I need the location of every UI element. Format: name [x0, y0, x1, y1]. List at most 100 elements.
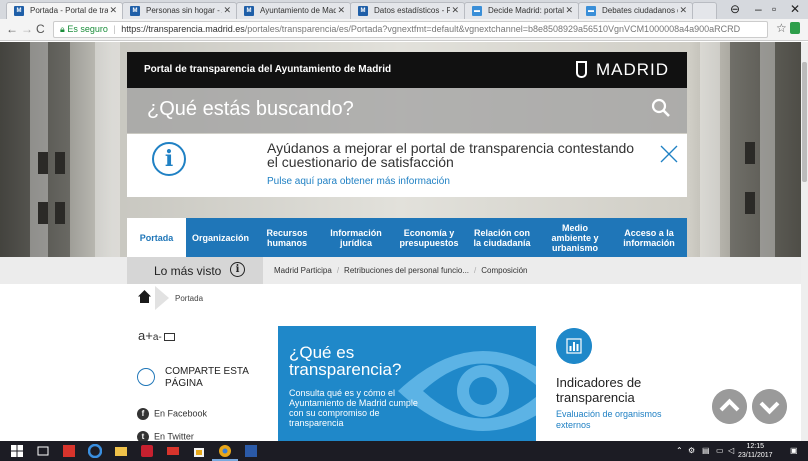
transparency-card[interactable]: ¿Qué es transparencia? Consulta qué es y…: [278, 326, 536, 441]
network-icon[interactable]: ▤: [702, 446, 710, 455]
close-icon[interactable]: ✕: [679, 5, 687, 16]
lock-icon: 🔒︎: [60, 24, 65, 34]
search-input[interactable]: ¿Qué estás buscando?: [147, 98, 354, 121]
separator: |: [113, 24, 116, 34]
share-twitter[interactable]: t En Twitter: [137, 431, 194, 441]
maximize-icon[interactable]: ▫: [772, 2, 776, 16]
new-tab-button[interactable]: [692, 2, 717, 19]
bar-chart-icon: [556, 328, 592, 364]
nav-label: Medio ambiente y urbanismo: [551, 222, 599, 253]
windows-start-icon[interactable]: [10, 444, 24, 458]
page-scrollbar[interactable]: [801, 42, 808, 441]
nav-medio-ambiente[interactable]: Medio ambiente y urbanismo: [539, 218, 611, 257]
acrobat-icon[interactable]: [62, 444, 76, 458]
popular-bar: Lo más visto i Madrid Participa / Retribuc…: [0, 257, 801, 284]
share-facebook[interactable]: f En Facebook: [137, 408, 207, 420]
browser-tab-datos[interactable]: M Datos estadísticos - Po ✕: [350, 2, 465, 19]
notice-link[interactable]: Pulse aquí para obtener más información: [267, 176, 450, 187]
close-icon[interactable]: ✕: [223, 5, 231, 16]
search-bar[interactable]: ¿Qué estás buscando?: [127, 88, 687, 133]
scrollbar-thumb[interactable]: [802, 62, 807, 182]
nav-relacion-ciudadania[interactable]: Relación con la ciudadanía: [465, 218, 539, 257]
share-label: COMPARTE ESTA PÁGINA: [165, 366, 249, 389]
profile-icon[interactable]: ⊖: [730, 2, 740, 16]
back-arrow-icon[interactable]: ←: [6, 22, 18, 36]
indicators-link[interactable]: Evaluación de organismos externos: [556, 409, 684, 431]
popular-link[interactable]: Composición: [481, 266, 527, 275]
reload-icon[interactable]: C: [36, 22, 45, 36]
separator: /: [336, 266, 340, 275]
nav-recursos-humanos[interactable]: Recursos humanos: [255, 218, 319, 257]
site-favicon: ▬: [586, 6, 596, 16]
font-size-controls: a+a-: [138, 328, 175, 343]
clock-date: 23/11/2017: [738, 452, 773, 459]
font-decrease-button[interactable]: a-: [153, 332, 162, 343]
close-icon[interactable]: ✕: [109, 5, 117, 16]
app-icon[interactable]: [140, 444, 154, 458]
notice-text: Ayúdanos a mejorar el portal de transpar…: [267, 140, 635, 170]
minimize-icon[interactable]: –: [755, 2, 762, 16]
bookmark-star-icon[interactable]: ☆: [776, 21, 787, 35]
task-view-icon[interactable]: [36, 444, 50, 458]
close-icon[interactable]: [659, 144, 679, 164]
site-favicon: M: [244, 6, 254, 16]
browser-toolbar: ← → C 🔒︎ Es seguro | https://transparenc…: [0, 19, 808, 41]
taskbar-clock[interactable]: 12:15 23/11/2017: [738, 442, 773, 460]
scroll-down-button[interactable]: [752, 389, 787, 424]
browser-tab-ayuntamiento[interactable]: M Ayuntamiento de Mad ✕: [236, 2, 351, 19]
tray-app-icon[interactable]: ⚙: [688, 446, 695, 455]
print-icon[interactable]: [163, 332, 175, 341]
popular-links: Madrid Participa / Retribuciones del perso…: [274, 266, 528, 275]
nav-portada[interactable]: Portada: [127, 218, 186, 257]
nav-acceso-informacion[interactable]: Acceso a la información: [611, 218, 687, 257]
tab-title: Decide Madrid: portal: [488, 6, 564, 15]
search-icon[interactable]: [651, 98, 671, 118]
browser-tab-portada[interactable]: M Portada - Portal de tran ✕: [6, 2, 123, 19]
card-description: Consulta qué es y cómo el Ayuntamiento d…: [289, 388, 418, 428]
site-favicon: ▬: [472, 6, 482, 16]
popular-link[interactable]: Retribuciones del personal funcio...: [344, 266, 469, 275]
close-icon[interactable]: ✕: [565, 5, 573, 16]
clock-time: 12:15: [746, 443, 765, 450]
tab-title: Datos estadísticos - Po: [374, 6, 450, 15]
share-icon[interactable]: [137, 368, 155, 386]
file-explorer-icon[interactable]: [114, 444, 128, 458]
store-icon[interactable]: [192, 444, 206, 458]
font-increase-button[interactable]: a+: [138, 328, 153, 343]
close-icon[interactable]: ✕: [337, 5, 345, 16]
portal-title[interactable]: Portal de transparencia del Ayuntamiento…: [144, 64, 391, 75]
home-icon[interactable]: [137, 289, 152, 304]
window-close-icon[interactable]: ✕: [790, 2, 800, 16]
edge-icon[interactable]: [88, 444, 102, 458]
nav-economia[interactable]: Economía y presupuestos: [393, 218, 465, 257]
word-icon[interactable]: [244, 444, 258, 458]
notifications-icon[interactable]: ▣: [790, 446, 798, 455]
facebook-label: En Facebook: [154, 408, 208, 419]
battery-icon[interactable]: ▭: [716, 446, 724, 455]
forward-arrow-icon[interactable]: →: [21, 22, 33, 36]
chrome-icon[interactable]: [218, 444, 232, 458]
address-bar[interactable]: 🔒︎ Es seguro | https://transparencia.mad…: [53, 21, 768, 38]
close-icon[interactable]: ✕: [451, 5, 459, 16]
browser-tab-decide[interactable]: ▬ Decide Madrid: portal ✕: [464, 2, 579, 19]
madrid-logo[interactable]: MADRID: [596, 60, 669, 80]
extension-icon[interactable]: [790, 22, 800, 34]
mail-icon[interactable]: [166, 444, 180, 458]
browser-tab-debates[interactable]: ▬ Debates ciudadanos de ✕: [578, 2, 693, 19]
site-favicon: M: [130, 6, 140, 16]
nav-informacion-juridica[interactable]: Información jurídica: [319, 218, 393, 257]
popular-link[interactable]: Madrid Participa: [274, 266, 332, 275]
lo-mas-visto-label: Lo más visto: [154, 264, 222, 278]
volume-icon[interactable]: ◁: [728, 446, 734, 455]
lo-mas-visto[interactable]: Lo más visto i: [127, 257, 263, 284]
tab-title: Ayuntamiento de Mad: [260, 6, 336, 15]
indicators-card[interactable]: Indicadores de transparencia Evaluación …: [545, 326, 685, 441]
nav-organizacion[interactable]: Organización: [186, 218, 255, 257]
tray-up-chevron-icon[interactable]: ⌃: [676, 446, 683, 455]
nav-label: Economía y presupuestos: [399, 227, 459, 248]
info-icon[interactable]: i: [230, 262, 245, 277]
browser-tab-personas[interactable]: M Personas sin hogar - A ✕: [122, 2, 237, 19]
site-favicon: M: [14, 6, 24, 16]
windows-taskbar: ⌃ ⚙ ▤ ▭ ◁ 12:15 23/11/2017 ▣: [0, 441, 808, 461]
scroll-up-button[interactable]: [712, 389, 747, 424]
